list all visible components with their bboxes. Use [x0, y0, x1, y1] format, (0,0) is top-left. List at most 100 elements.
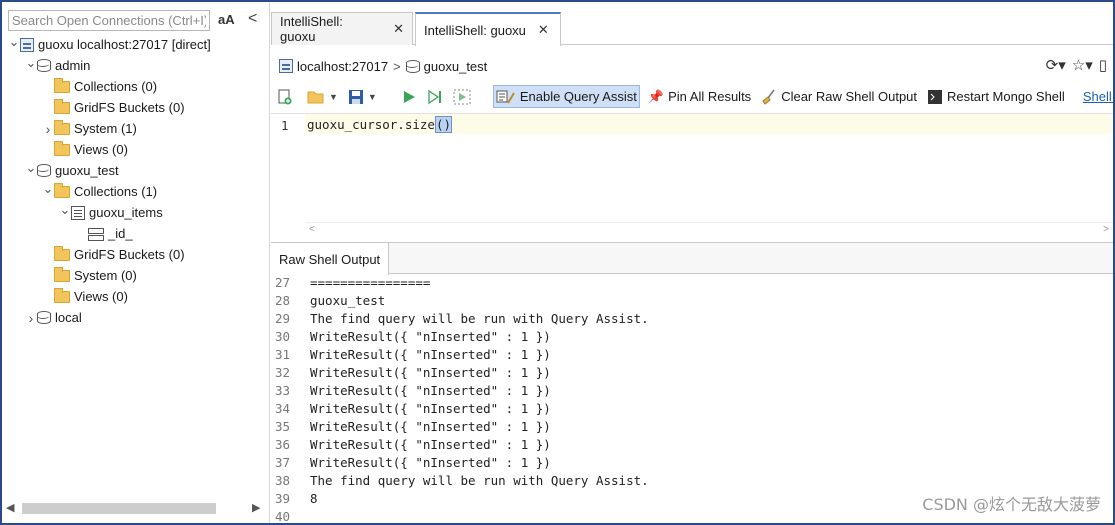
- server-icon: [20, 37, 34, 52]
- tree-item-label: guoxu_test: [55, 163, 119, 178]
- chevron-down-icon[interactable]: ⌄: [25, 160, 37, 176]
- open-script-button[interactable]: ▼: [305, 85, 340, 108]
- scroll-left-icon[interactable]: <: [309, 224, 315, 235]
- save-icon: [348, 89, 363, 104]
- chevron-down-icon[interactable]: ⌄: [42, 181, 54, 197]
- chevron-down-icon[interactable]: ⌄: [8, 34, 20, 50]
- scroll-right-icon[interactable]: >: [1103, 224, 1109, 235]
- output-line-number: 36: [275, 437, 291, 452]
- code-selected: (): [434, 116, 452, 133]
- run-selection-button[interactable]: [451, 85, 473, 108]
- collapse-panel-button[interactable]: <: [248, 10, 257, 28]
- raw-shell-output[interactable]: 27 ================ 28 guoxu_test 29 The find…: [271, 275, 1113, 523]
- save-script-button[interactable]: ▼: [346, 85, 379, 108]
- folder-icon: [54, 77, 70, 93]
- tree-item[interactable]: ⌄ guoxu_items: [59, 202, 163, 223]
- tree-item[interactable]: Views (0): [42, 139, 128, 160]
- editor-horizontal-scrollbar[interactable]: < >: [305, 222, 1113, 236]
- tab-label: IntelliShell: guoxu: [280, 14, 343, 44]
- breadcrumb-db[interactable]: guoxu_test: [424, 59, 488, 74]
- tree-item[interactable]: › local: [25, 307, 82, 328]
- chevron-down-icon[interactable]: ▼: [368, 92, 377, 102]
- scroll-right-icon[interactable]: ▶: [252, 501, 260, 514]
- tree-item[interactable]: Collections (0): [42, 76, 157, 97]
- folder-icon: [54, 140, 70, 156]
- output-line-text: WriteResult({ "nInserted" : 1 }): [310, 455, 551, 470]
- clear-raw-shell-output-button[interactable]: Clear Raw Shell Output: [759, 85, 919, 108]
- tree-item[interactable]: › System (1): [42, 118, 137, 139]
- folder-icon: [54, 287, 70, 303]
- play-icon: [403, 90, 415, 103]
- search-row: aA <: [8, 10, 266, 32]
- tree-item[interactable]: ⌄ Collections (1): [42, 181, 158, 202]
- open-folder-icon: [307, 91, 324, 103]
- run-button[interactable]: [399, 85, 419, 108]
- history-icon[interactable]: ⟳▾: [1046, 56, 1066, 74]
- chevron-down-icon[interactable]: ⌄: [59, 202, 71, 218]
- tree-item[interactable]: GridFS Buckets (0): [42, 97, 185, 118]
- restart-mongo-shell-button[interactable]: Restart Mongo Shell: [925, 85, 1067, 108]
- index-icon: [88, 227, 104, 241]
- search-connections-input[interactable]: [8, 10, 210, 31]
- tab-raw-shell-output[interactable]: Raw Shell Output: [271, 243, 390, 275]
- editor-gutter: 1: [271, 114, 305, 222]
- pin-all-results-button[interactable]: 📌 Pin All Results: [646, 85, 753, 108]
- close-icon[interactable]: ✕: [393, 21, 404, 37]
- tree-item-label: Views (0): [74, 289, 128, 304]
- folder-icon: [54, 119, 70, 135]
- output-tab-bar: Raw Shell Output: [271, 242, 1113, 275]
- code-area[interactable]: guoxu_cursor.size(): [305, 114, 1113, 222]
- tree-item[interactable]: _id_: [76, 223, 133, 244]
- close-icon[interactable]: ✕: [538, 22, 549, 38]
- clear-raw-shell-output-label: Clear Raw Shell Output: [781, 89, 918, 104]
- tree-item-label: System (0): [74, 268, 137, 283]
- output-line-text: The find query will be run with Query As…: [310, 311, 649, 326]
- code-before: guoxu_cursor.size: [307, 117, 435, 132]
- match-case-button[interactable]: aA: [218, 12, 235, 27]
- terminal-icon: [928, 89, 943, 104]
- tree-item[interactable]: ⌄ guoxu localhost:27017 [direct]: [8, 34, 211, 55]
- scroll-thumb[interactable]: [22, 503, 216, 514]
- folder-icon: [54, 245, 70, 261]
- output-line: 37 WriteResult({ "nInserted" : 1 }): [271, 455, 1113, 473]
- tab-intellishell-1[interactable]: IntelliShell: guoxu ✕: [271, 12, 413, 45]
- chevron-down-icon[interactable]: ⌄: [25, 55, 37, 71]
- tree-horizontal-scrollbar[interactable]: ◀ ▶: [2, 499, 268, 517]
- tab-bar: IntelliShell: guoxu ✕ IntelliShell: guox…: [271, 12, 1113, 46]
- restart-mongo-shell-label: Restart Mongo Shell: [947, 89, 1065, 104]
- connection-tree-panel: aA < ⌄guoxu localhost:27017 [direct]⌄adm…: [2, 2, 270, 523]
- output-line-text: 8: [310, 491, 318, 506]
- output-line: 31 WriteResult({ "nInserted" : 1 }): [271, 347, 1113, 365]
- folder-icon: [54, 182, 70, 198]
- database-icon: [37, 311, 51, 324]
- shell-menu-link[interactable]: Shell M: [1081, 85, 1113, 108]
- output-line-number: 29: [275, 311, 291, 326]
- current-line: guoxu_cursor.size(): [305, 114, 1113, 134]
- chevron-right-icon[interactable]: ›: [25, 310, 37, 326]
- line-number: 1: [281, 118, 289, 133]
- tab-intellishell-2[interactable]: IntelliShell: guoxu ✕: [415, 12, 561, 46]
- chevron-right-icon[interactable]: ›: [42, 121, 54, 137]
- tree-item[interactable]: System (0): [42, 265, 137, 286]
- run-line-button[interactable]: [425, 85, 445, 108]
- breadcrumb-host[interactable]: localhost:27017: [297, 59, 388, 74]
- star-icon[interactable]: ☆▾: [1072, 56, 1093, 74]
- tree-item-label: Views (0): [74, 142, 128, 157]
- tree-item[interactable]: GridFS Buckets (0): [42, 244, 185, 265]
- tree-item-label: System (1): [74, 121, 137, 136]
- folder-icon: [54, 98, 70, 114]
- new-script-button[interactable]: [275, 85, 299, 108]
- chevron-down-icon[interactable]: ▼: [329, 92, 338, 102]
- scroll-left-icon[interactable]: ◀: [6, 501, 14, 514]
- output-line-number: 39: [275, 491, 291, 506]
- tree-item[interactable]: ⌄ admin: [25, 55, 91, 76]
- output-line-number: 34: [275, 401, 291, 416]
- script-editor[interactable]: 1 guoxu_cursor.size() < >: [271, 113, 1113, 236]
- tree-item[interactable]: ⌄ guoxu_test: [25, 160, 119, 181]
- layout-icon[interactable]: ▯: [1099, 56, 1107, 74]
- pin-icon: 📌: [647, 88, 665, 104]
- enable-query-assist-button[interactable]: Enable Query Assist: [492, 85, 640, 108]
- breadcrumb-separator: >: [393, 58, 401, 74]
- shell-toolbar: ▼ ▼ Enable Query Assist 📌 Pin All Result…: [275, 84, 1113, 109]
- tree-item[interactable]: Views (0): [42, 286, 128, 307]
